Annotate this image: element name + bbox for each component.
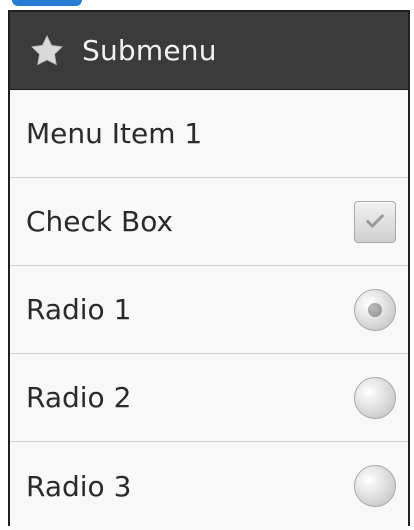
menu-item-radio-1[interactable]: Radio 1 xyxy=(10,266,408,354)
blue-text-fragment xyxy=(12,0,82,6)
submenu-header: Submenu xyxy=(10,12,408,90)
menu-item-radio-2[interactable]: Radio 2 xyxy=(10,354,408,442)
radio-button-1-selected[interactable] xyxy=(354,288,396,331)
menu-item-check-box[interactable]: Check Box xyxy=(10,178,408,266)
radio-button-2[interactable] xyxy=(354,376,396,419)
check-box-label: Check Box xyxy=(26,205,174,238)
top-background xyxy=(0,0,414,10)
menu-item-radio-3[interactable]: Radio 3 xyxy=(10,442,408,530)
radio-button-3[interactable] xyxy=(354,465,396,507)
submenu-dialog: Submenu Menu Item 1 Check Box Radio 1 Ra… xyxy=(8,10,410,530)
submenu-title: Submenu xyxy=(82,34,217,67)
radio-2-label: Radio 2 xyxy=(26,381,132,414)
menu-item-1-label: Menu Item 1 xyxy=(26,117,203,150)
star-icon xyxy=(28,32,66,70)
checkbox-checked[interactable] xyxy=(354,200,396,243)
menu-item-1[interactable]: Menu Item 1 xyxy=(10,90,408,178)
checkmark-icon xyxy=(364,210,386,236)
radio-1-label: Radio 1 xyxy=(26,293,132,326)
submenu-list: Menu Item 1 Check Box Radio 1 Radio 2 Ra… xyxy=(10,90,408,530)
radio-3-label: Radio 3 xyxy=(26,469,132,503)
